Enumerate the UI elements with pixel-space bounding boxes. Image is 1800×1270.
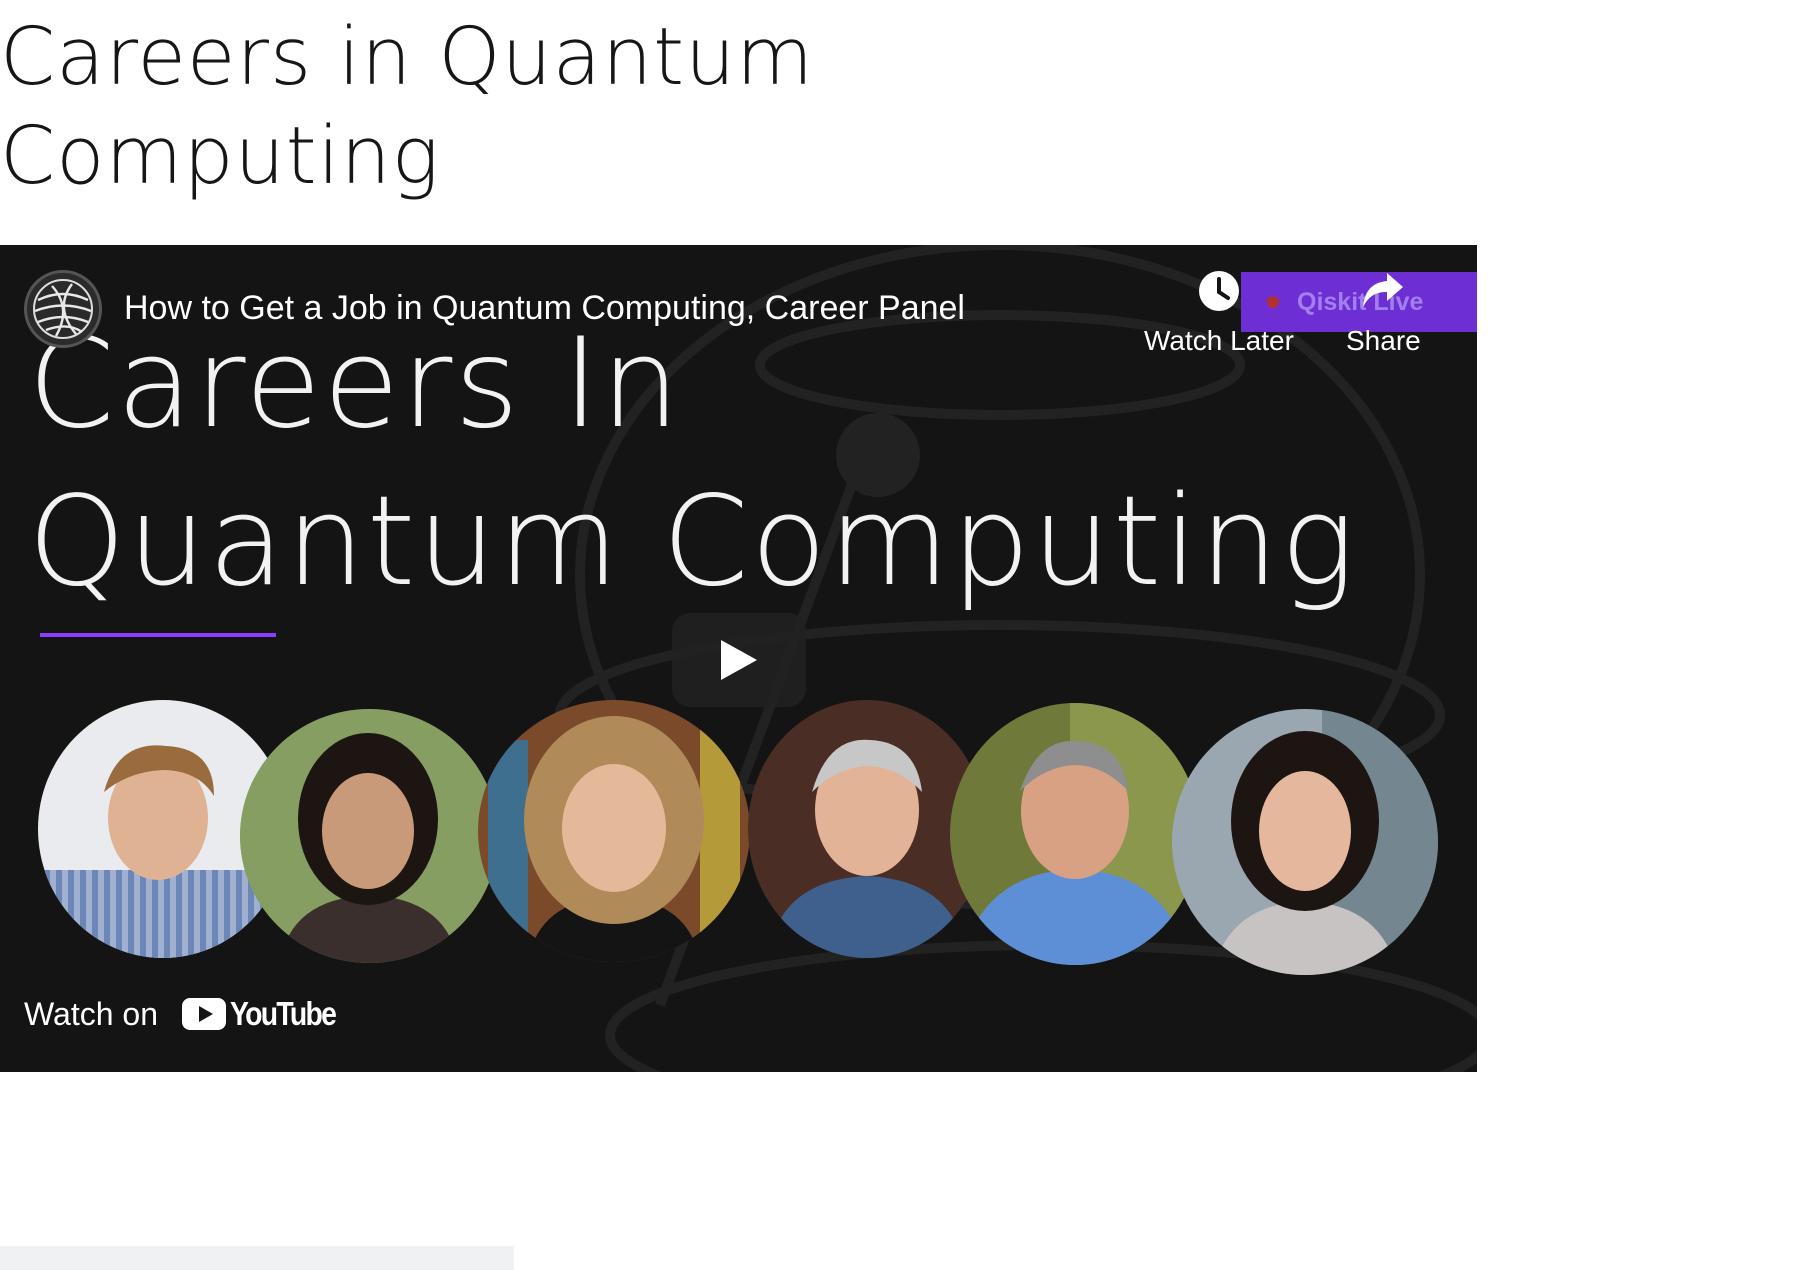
youtube-wordmark: YouTube — [229, 995, 337, 1032]
page-title: Careers in Quantum Computing — [0, 8, 900, 206]
channel-avatar[interactable] — [24, 270, 102, 348]
page-title-line-1: Careers in Quantum — [0, 11, 815, 103]
watch-later-label: Watch Later — [1144, 325, 1294, 356]
share-label: Share — [1346, 325, 1421, 356]
video-title-link[interactable]: How to Get a Job in Quantum Computing, C… — [124, 289, 965, 328]
panelist-photo-6 — [1172, 709, 1438, 975]
thumbnail-heading-line-2: Quantum Computing — [28, 470, 1357, 614]
share-arrow-icon — [1361, 269, 1405, 313]
play-icon — [721, 640, 757, 680]
watch-on-youtube-link[interactable]: Watch on YouTube — [24, 995, 352, 1033]
panelist-photo-3 — [478, 700, 750, 962]
youtube-logo: YouTube — [181, 995, 352, 1033]
clock-icon — [1197, 269, 1241, 313]
watch-later-button[interactable]: Watch Later — [1144, 269, 1294, 357]
accent-underline — [40, 633, 276, 637]
globe-icon — [33, 279, 93, 339]
play-button[interactable] — [672, 613, 806, 707]
bottom-panel-edge — [0, 1246, 514, 1270]
page-title-line-2: Computing — [0, 110, 441, 202]
watch-on-label: Watch on — [24, 995, 158, 1032]
share-button[interactable]: Share — [1346, 269, 1421, 357]
panelist-photo-2 — [240, 709, 498, 963]
video-embed[interactable]: Careers In Quantum Computing How to Get … — [0, 245, 1477, 1072]
panelist-photo-5 — [950, 703, 1200, 965]
youtube-play-icon — [181, 998, 226, 1030]
